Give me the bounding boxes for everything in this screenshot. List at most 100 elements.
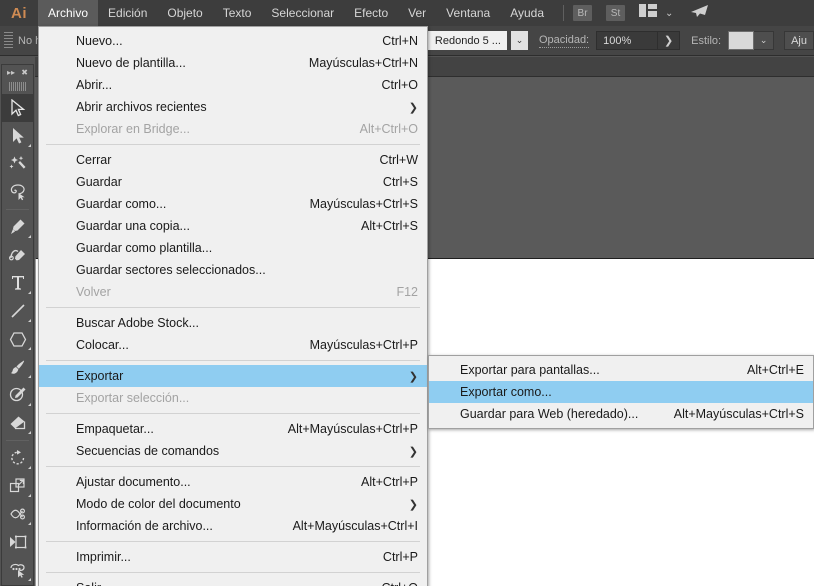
file-menu-item-colocar[interactable]: Colocar... Mayúsculas+Ctrl+P (39, 334, 427, 356)
menu-item-shortcut: Mayúsculas+Ctrl+P (309, 338, 418, 352)
type-tool[interactable] (2, 269, 33, 297)
tool-group-indicator-icon (28, 466, 31, 469)
magic-wand-tool[interactable] (2, 150, 33, 178)
file-menu-item-imprimir[interactable]: Imprimir... Ctrl+P (39, 546, 427, 568)
tools-panel-header: ▸▸ ✖ (2, 65, 33, 80)
tool-group-indicator-icon (28, 347, 31, 350)
go-to-home-icon[interactable] (689, 4, 709, 23)
chevron-right-icon: ❯ (408, 498, 418, 511)
control-bar-grip[interactable] (4, 31, 13, 50)
file-menu-item-nuevo[interactable]: Nuevo... Ctrl+N (39, 30, 427, 52)
tool-group-indicator-icon (28, 375, 31, 378)
menu-bar-item-archivo[interactable]: Archivo (38, 0, 99, 26)
graphic-style-caret-icon[interactable]: ⌄ (754, 31, 775, 50)
brush-caret-icon[interactable]: ⌄ (510, 31, 528, 50)
curvature-tool[interactable] (2, 241, 33, 269)
menu-item-shortcut: Ctrl+Q (382, 581, 418, 586)
rotate-tool[interactable] (2, 444, 33, 472)
free-transform-icon (9, 534, 27, 550)
chevron-right-icon: ❯ (408, 445, 418, 458)
file-menu-item-modo-de-color-del-documento[interactable]: Modo de color del documento ❯ (39, 493, 427, 515)
opacity-arrow-icon[interactable]: ❯ (658, 31, 681, 50)
shape-tool[interactable] (2, 325, 33, 353)
tool-group-indicator-icon (28, 431, 31, 434)
menu-item-label: Modo de color del documento (76, 497, 241, 511)
file-menu-item-guardar-como-plantilla[interactable]: Guardar como plantilla... (39, 237, 427, 259)
file-menu-item-cerrar[interactable]: Cerrar Ctrl+W (39, 149, 427, 171)
graphic-style-swatch[interactable] (728, 31, 755, 50)
file-menu-item-guardar-sectores-seleccionados[interactable]: Guardar sectores seleccionados... (39, 259, 427, 281)
arrange-documents-button[interactable]: ⌄ (639, 4, 673, 22)
shape-builder-tool[interactable] (2, 556, 33, 584)
expand-panel-icon[interactable]: ▸▸ (7, 68, 15, 77)
opacity-label[interactable]: Opacidad: (538, 34, 590, 48)
selection-tool[interactable] (2, 94, 33, 122)
file-menu-item-salir[interactable]: Salir Ctrl+Q (39, 577, 427, 586)
tool-group-indicator-icon (28, 319, 31, 322)
magic-wand-icon (9, 155, 27, 173)
menu-bar-item-ayuda[interactable]: Ayuda (500, 0, 554, 26)
pen-tool[interactable] (2, 213, 33, 241)
width-tool[interactable] (2, 500, 33, 528)
menu-item-label: Secuencias de comandos (76, 444, 220, 458)
file-menu-item-exportar-selección: Exportar selección... (39, 387, 427, 409)
menu-item-label: Abrir... (76, 78, 113, 92)
file-menu-item-exportar[interactable]: Exportar ❯ (39, 365, 427, 387)
file-menu-item-ajustar-documento[interactable]: Ajustar documento... Alt+Ctrl+P (39, 471, 427, 493)
close-panel-icon[interactable]: ✖ (21, 68, 28, 77)
menu-bar-item-efecto[interactable]: Efecto (344, 0, 398, 26)
align-button[interactable]: Aju (784, 31, 814, 50)
file-menu-item-nuevo-de-plantilla[interactable]: Nuevo de plantilla... Mayúsculas+Ctrl+N (39, 52, 427, 74)
file-menu-item-guardar[interactable]: Guardar Ctrl+S (39, 171, 427, 193)
tools-panel-grip[interactable] (9, 82, 26, 91)
export-submenu-item-guardar-para-web-heredado[interactable]: Guardar para Web (heredado)... Alt+Mayúsc… (429, 403, 813, 425)
menu-bar-item-objeto[interactable]: Objeto (157, 0, 212, 26)
file-menu-item-volver: Volver F12 (39, 281, 427, 303)
menu-item-label: Exportar como... (460, 385, 552, 399)
file-menu-item-abrir[interactable]: Abrir... Ctrl+O (39, 74, 427, 96)
file-menu-item-información-de-archivo[interactable]: Información de archivo... Alt+Mayúsculas+… (39, 515, 427, 537)
file-menu-item-buscar-adobe-stock[interactable]: Buscar Adobe Stock... (39, 312, 427, 334)
direct-selection-tool[interactable] (2, 122, 33, 150)
paintbrush-tool[interactable] (2, 353, 33, 381)
menu-bar: Ai Archivo Edición Objeto Texto Seleccionar E… (0, 0, 814, 26)
chevron-down-icon: ⌄ (665, 7, 674, 19)
tool-group-indicator-icon (28, 144, 31, 147)
free-transform-tool[interactable] (2, 528, 33, 556)
line-segment-icon (10, 303, 26, 319)
menu-item-label: Abrir archivos recientes (76, 100, 207, 114)
scale-tool[interactable] (2, 472, 33, 500)
menu-item-label: Ajustar documento... (76, 475, 191, 489)
menu-item-shortcut: Ctrl+N (382, 34, 418, 48)
line-segment-tool[interactable] (2, 297, 33, 325)
menu-item-shortcut: F12 (396, 285, 418, 299)
bridge-button[interactable]: Br (573, 5, 593, 21)
menu-bar-item-ventana[interactable]: Ventana (436, 0, 500, 26)
file-menu-item-guardar-como[interactable]: Guardar como... Mayúsculas+Ctrl+S (39, 193, 427, 215)
tool-group-indicator-icon (28, 522, 31, 525)
rotate-icon (9, 449, 27, 467)
opacity-input[interactable]: 100% (596, 31, 659, 50)
menu-item-label: Exportar (76, 369, 124, 383)
lasso-tool[interactable] (2, 178, 33, 206)
eraser-icon (9, 415, 27, 431)
menu-bar-item-seleccionar[interactable]: Seleccionar (261, 0, 344, 26)
file-menu-item-guardar-una-copia[interactable]: Guardar una copia... Alt+Ctrl+S (39, 215, 427, 237)
menu-bar-item-ver[interactable]: Ver (398, 0, 436, 26)
menu-separator (46, 572, 420, 573)
menu-item-label: Guardar como... (76, 197, 167, 211)
file-menu-item-secuencias-de-comandos[interactable]: Secuencias de comandos ❯ (39, 440, 427, 462)
stock-button[interactable]: St (606, 5, 626, 21)
menu-bar-item-edición[interactable]: Edición (98, 0, 157, 26)
export-submenu-item-exportar-como[interactable]: Exportar como... (429, 381, 813, 403)
menu-item-label: Imprimir... (76, 550, 131, 564)
eraser-tool[interactable] (2, 409, 33, 437)
file-menu-item-abrir-archivos-recientes[interactable]: Abrir archivos recientes ❯ (39, 96, 427, 118)
export-submenu-item-exportar-para-pantallas[interactable]: Exportar para pantallas... Alt+Ctrl+E (429, 359, 813, 381)
menu-bar-item-texto[interactable]: Texto (213, 0, 262, 26)
menu-item-shortcut: Alt+Mayúsculas+Ctrl+P (287, 422, 418, 436)
file-menu-item-empaquetar[interactable]: Empaquetar... Alt+Mayúsculas+Ctrl+P (39, 418, 427, 440)
menu-item-label: Exportar selección... (76, 391, 190, 405)
width-icon (9, 506, 27, 522)
shaper-tool[interactable] (2, 381, 33, 409)
